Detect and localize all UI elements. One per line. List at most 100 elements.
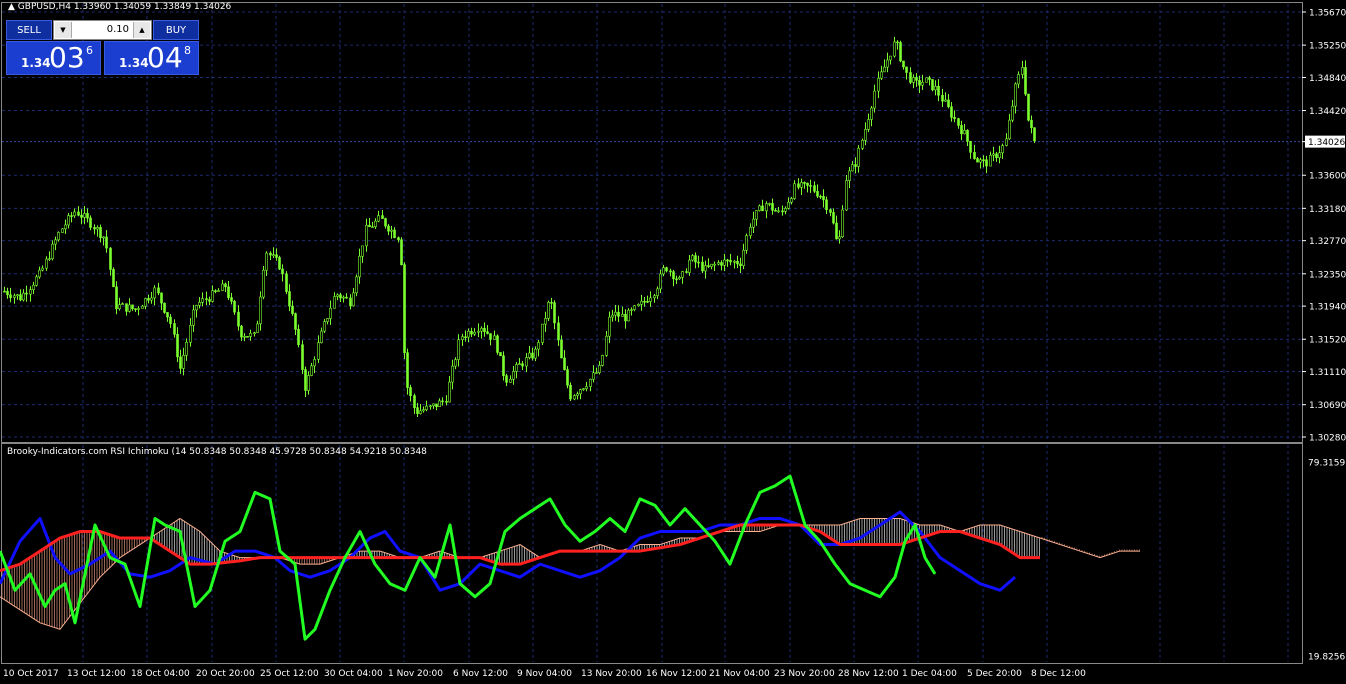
candle-body <box>38 269 41 278</box>
candle-body <box>198 302 201 306</box>
candle-body <box>102 236 105 239</box>
indicator-tick-label: 79.3159 <box>1308 459 1345 469</box>
candle-body <box>256 323 259 334</box>
candle-body <box>480 327 483 332</box>
candle-body <box>608 316 611 337</box>
candle-body <box>83 213 86 218</box>
candle-body <box>976 158 979 163</box>
candle-body <box>240 325 243 338</box>
collapse-icon[interactable]: ▲ <box>8 2 18 12</box>
candle-body <box>441 400 444 403</box>
candle-body <box>729 259 732 263</box>
candle-body <box>505 375 508 383</box>
candle-body <box>793 183 796 199</box>
candle-body <box>339 294 342 299</box>
candle-body <box>649 297 652 302</box>
candle-body <box>678 276 681 280</box>
candle-body <box>921 82 924 86</box>
candle-body <box>569 384 572 400</box>
sell-button[interactable]: SELL <box>6 20 52 40</box>
candle-body <box>589 378 592 387</box>
candle-body <box>448 381 451 403</box>
candle-body <box>1017 74 1020 85</box>
candle-body <box>470 330 473 335</box>
time-label: 18 Oct 04:00 <box>131 669 190 679</box>
candle-body <box>96 227 99 230</box>
candle-body <box>278 257 281 270</box>
candle-body <box>1008 119 1011 140</box>
candle-body <box>745 235 748 251</box>
candle-body <box>1014 83 1017 107</box>
candle-body <box>489 333 492 340</box>
buy-price-box[interactable]: 1.34 04 8 <box>104 41 199 75</box>
candle-body <box>851 164 854 172</box>
candle-body <box>368 224 371 228</box>
time-label: 9 Nov 04:00 <box>517 669 572 679</box>
candle-body <box>371 226 374 228</box>
candle-body <box>963 130 966 135</box>
candle-body <box>345 296 348 299</box>
candle-body <box>201 298 204 303</box>
candle-body <box>310 365 313 376</box>
candle-body <box>259 296 262 325</box>
buy-price-big: 04 <box>147 41 183 74</box>
lot-size-field[interactable]: ▼ 0.10 ▲ <box>53 20 152 40</box>
candle-body <box>800 182 803 188</box>
candle-body <box>416 407 419 414</box>
candle-body <box>211 290 214 302</box>
candle-body <box>432 403 435 407</box>
candle-body <box>352 292 355 307</box>
candle-body <box>848 170 851 181</box>
candle-body <box>877 77 880 92</box>
candle-body <box>195 304 198 311</box>
candle-body <box>918 79 921 86</box>
candle-body <box>979 159 982 163</box>
candle-body <box>390 229 393 232</box>
candle-body <box>355 276 358 294</box>
candle-body <box>333 296 336 309</box>
candle-body <box>864 129 867 141</box>
candle-body <box>253 332 256 335</box>
candle-body <box>9 294 12 298</box>
chart-canvas[interactable]: 1.35670 1.35250 1.34840 1.34420 1.34026 1.336… <box>0 0 1346 684</box>
candle-body <box>41 267 44 271</box>
candle-body <box>70 215 73 217</box>
candle-body <box>80 214 83 218</box>
candle-body <box>377 215 380 222</box>
candle-body <box>22 292 25 301</box>
current-price-label: 1.34026 <box>1308 138 1345 148</box>
candle-body <box>483 327 486 332</box>
candle-body <box>384 218 387 227</box>
candle-body <box>64 224 67 230</box>
candle-body <box>246 336 249 338</box>
candle-body <box>77 211 80 216</box>
sell-price-box[interactable]: 1.34 03 6 <box>6 41 101 75</box>
candle-body <box>758 205 761 211</box>
candle-body <box>790 198 793 203</box>
price-tick-label: 1.30280 <box>1309 434 1346 444</box>
candle-body <box>329 307 332 319</box>
candle-body <box>531 352 534 359</box>
price-tick-label: 1.35250 <box>1309 42 1346 52</box>
candle-body <box>419 410 422 414</box>
candle-body <box>265 252 268 271</box>
lot-decrease-icon[interactable]: ▼ <box>55 22 72 38</box>
candle-body <box>669 270 672 273</box>
candle-body <box>937 85 940 96</box>
time-label: 13 Nov 20:00 <box>581 669 642 679</box>
lot-increase-icon[interactable]: ▲ <box>133 22 150 38</box>
candle-body <box>681 271 684 278</box>
candle-body <box>624 314 627 322</box>
candle-body <box>755 210 758 220</box>
candle-body <box>675 278 678 281</box>
candle-body <box>115 286 118 310</box>
candle-body <box>701 261 704 272</box>
candle-body <box>1027 93 1030 121</box>
candle-body <box>16 294 19 297</box>
buy-button[interactable]: BUY <box>153 20 199 40</box>
time-label: 1 Nov 20:00 <box>388 669 443 679</box>
candle-body <box>733 261 736 263</box>
candle-body <box>374 220 377 227</box>
candle-body <box>457 339 460 360</box>
lot-value[interactable]: 0.10 <box>107 24 129 35</box>
